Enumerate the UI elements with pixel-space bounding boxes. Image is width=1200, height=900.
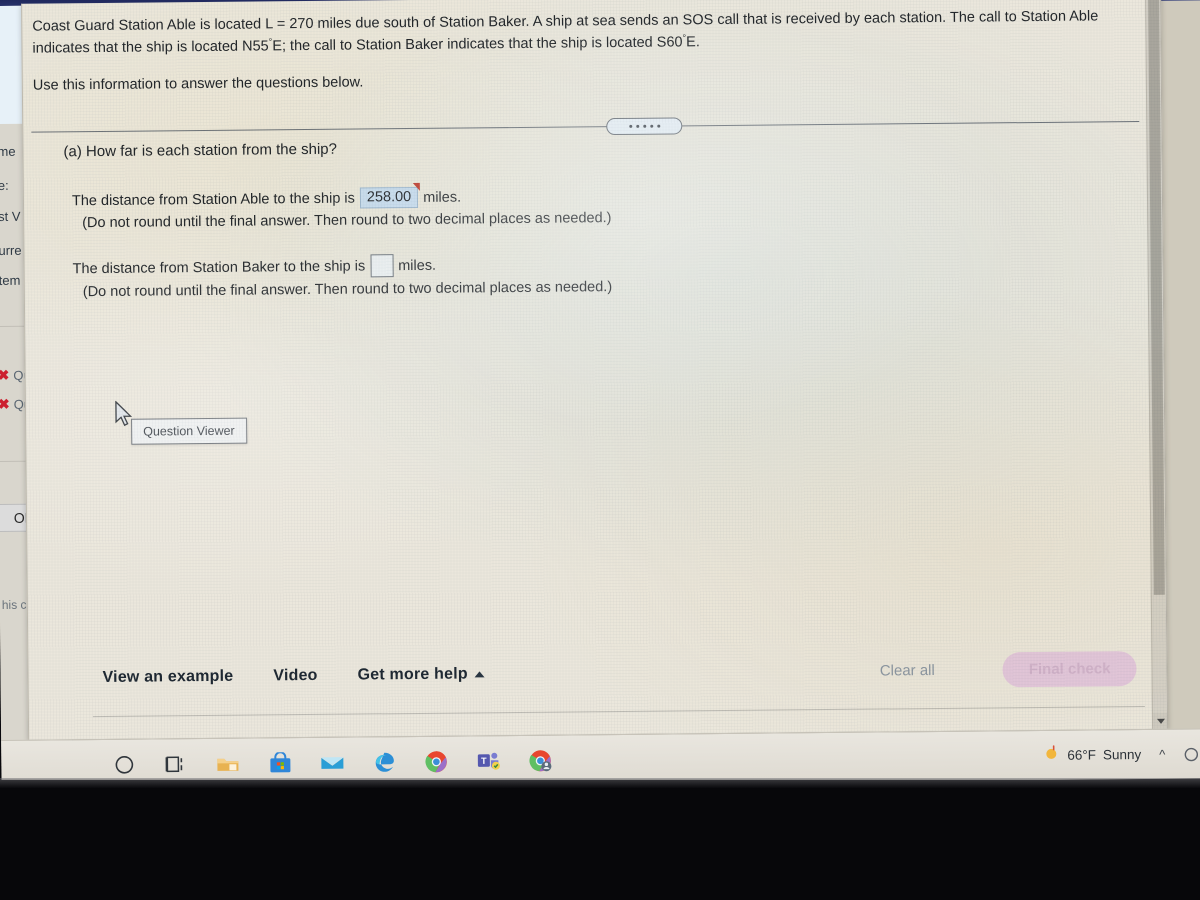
final-check-button[interactable]: Final check	[1002, 650, 1137, 687]
problem-text-c: E.	[686, 34, 700, 51]
taskbar-icon-group: T	[111, 747, 553, 777]
weather-condition: Sunny	[1102, 747, 1142, 763]
dot-icon	[635, 124, 639, 128]
action-bar-spacer	[485, 671, 880, 675]
answer-prefix-baker: The distance from Station Baker to the s…	[72, 257, 366, 277]
mail-icon[interactable]	[319, 749, 345, 775]
bg-fragment-1: e:	[0, 177, 9, 193]
answer-unit-able: miles.	[423, 189, 462, 206]
dot-icon	[649, 124, 653, 128]
task-view-icon[interactable]	[163, 751, 189, 777]
scrollbar-thumb[interactable]	[1148, 0, 1165, 595]
answer-input-able[interactable]: 258.00	[359, 182, 421, 209]
section-divider	[31, 121, 1140, 133]
taskbar-spacer	[553, 755, 1042, 760]
weather-temperature: 66°F	[1067, 747, 1097, 763]
chevron-up-icon	[474, 671, 485, 678]
svg-text:T: T	[481, 755, 487, 765]
tray-chevron-up-icon[interactable]: ^	[1153, 747, 1171, 762]
problem-paragraph-1: Coast Guard Station Able is located L = …	[32, 5, 1142, 61]
answer-block-baker: The distance from Station Baker to the s…	[39, 248, 1039, 301]
problem-paragraph-2: Use this information to answer the quest…	[32, 74, 364, 94]
monitor-photo: me e: st V urre tem ✖ Qu ✖ Qu OK his cou…	[0, 0, 1200, 900]
scroll-down-arrow-button[interactable]	[1152, 712, 1169, 729]
question-part-a-label: (a) How far is each station from the shi…	[63, 140, 338, 161]
weather-widget[interactable]: 66°F Sunny	[1042, 743, 1141, 767]
get-more-help-label: Get more help	[357, 665, 468, 684]
question-viewer-window: Coast Guard Station Able is located L = …	[21, 0, 1169, 740]
get-more-help-button[interactable]: Get more help	[358, 665, 485, 684]
clear-all-button[interactable]: Clear all	[880, 662, 935, 680]
mouse-cursor-icon	[114, 400, 134, 434]
search-circle-icon[interactable]	[111, 751, 137, 777]
action-bar: View an example Video Get more help Clea…	[28, 635, 1167, 712]
monitor-screen: me e: st V urre tem ✖ Qu ✖ Qu OK his cou…	[0, 0, 1200, 790]
problem-statement: Coast Guard Station Able is located L = …	[32, 5, 1143, 111]
view-an-example-link[interactable]: View an example	[102, 668, 233, 687]
bg-fragment-3: urre	[0, 242, 22, 258]
problem-text-b: E; the call to Station Baker indicates t…	[272, 34, 683, 55]
microsoft-store-icon[interactable]	[267, 750, 293, 776]
sun-icon	[1042, 744, 1060, 767]
answer-prefix-able: The distance from Station Able to the sh…	[71, 190, 355, 209]
bg-fragment-2: st V	[0, 208, 21, 224]
x-mark-icon: ✖	[0, 366, 10, 383]
answer-value-able: 258.00	[366, 189, 412, 206]
dot-icon	[656, 124, 660, 128]
screen-glare-overlay	[22, 0, 1168, 740]
question-body: (a) How far is each station from the shi…	[37, 134, 1039, 327]
monitor-bezel	[0, 780, 1200, 900]
microsoft-teams-icon[interactable]: T	[475, 748, 501, 774]
chevron-down-icon	[1156, 718, 1165, 724]
dot-icon	[642, 124, 646, 128]
flag-marker-icon	[413, 182, 421, 191]
vertical-scrollbar[interactable]	[1145, 0, 1169, 729]
question-viewer-tooltip: Question Viewer	[131, 417, 247, 445]
tray-overflow-icon[interactable]	[1183, 746, 1199, 762]
collapse-handle[interactable]	[606, 117, 683, 136]
chrome-icon[interactable]	[423, 748, 449, 774]
file-explorer-icon[interactable]	[215, 750, 241, 776]
taskbar-tray: 66°F Sunny ^	[1042, 742, 1200, 767]
monitor-bezel-edge	[0, 778, 1200, 788]
microsoft-edge-icon[interactable]	[371, 749, 397, 775]
x-mark-icon: ✖	[0, 395, 10, 412]
video-link[interactable]: Video	[273, 667, 317, 685]
bg-fragment-4: tem	[0, 272, 21, 288]
chrome-profile-icon[interactable]	[527, 747, 553, 773]
answer-block-able: The distance from Station Able to the sh…	[38, 181, 1038, 232]
bg-fragment-0: me	[0, 143, 16, 159]
answer-input-baker[interactable]	[370, 254, 394, 278]
dot-icon	[628, 124, 632, 128]
answer-unit-baker: miles.	[398, 257, 437, 274]
screen-moire-overlay	[22, 0, 1168, 740]
